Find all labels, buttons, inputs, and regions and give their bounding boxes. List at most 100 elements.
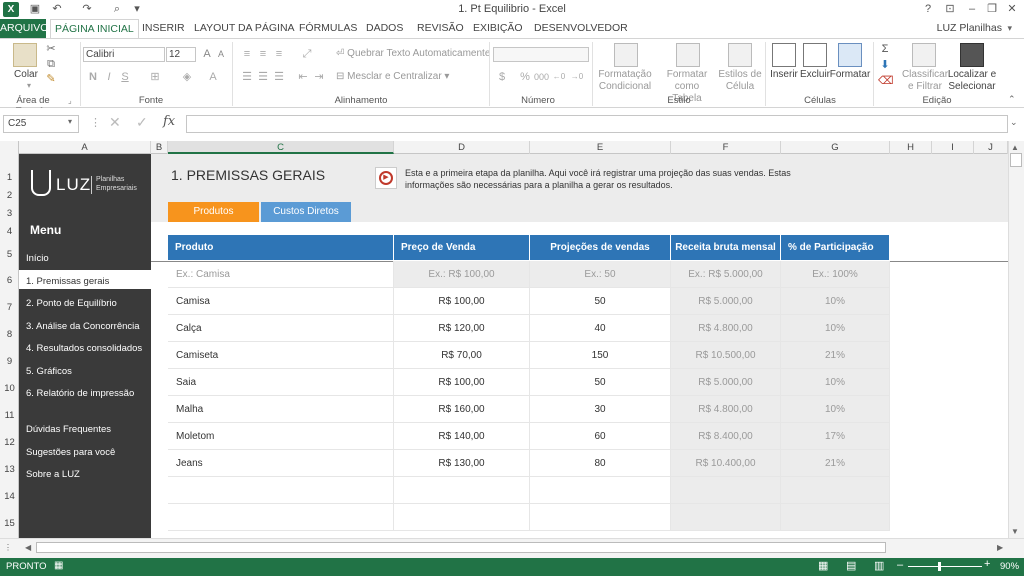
table-cell-produto[interactable]: Moletom [168,423,394,450]
col-header-e[interactable]: E [530,141,671,154]
italic-button[interactable]: I [102,70,116,84]
row-header[interactable]: 12 [0,437,19,448]
row-header[interactable]: 13 [0,464,19,475]
table-cell-empty[interactable] [530,477,671,504]
tab-layout-da-pagina[interactable]: LAYOUT DA PÁGINA [190,19,299,38]
table-cell-preco[interactable]: R$ 100,00 [394,369,530,396]
macro-record-icon[interactable]: ▦ [54,560,63,571]
tab-arquivo[interactable]: ARQUIVO [0,19,48,38]
nav-ponto-de-equilibrio[interactable]: 2. Ponto de Equilíbrio [26,298,117,309]
decrease-indent-icon[interactable]: ⇤ [296,70,310,84]
table-cell-projecao[interactable]: 150 [530,342,671,369]
nav-resultados-consolidados[interactable]: 4. Resultados consolidados [26,343,142,354]
nav-sugestoes[interactable]: Sugestões para você [26,447,115,458]
row-header[interactable]: 5 [0,249,19,260]
table-cell-preco[interactable]: R$ 140,00 [394,423,530,450]
tab-pagina-inicial[interactable]: PÁGINA INICIAL [50,19,139,38]
increase-decimal-icon[interactable]: ←0 [552,70,566,84]
col-header-a[interactable]: A [19,141,151,154]
tab-produtos[interactable]: Produtos [168,202,259,222]
nav-graficos[interactable]: 5. Gráficos [26,366,72,377]
paste-icon[interactable] [13,43,37,67]
scroll-down-icon[interactable]: ▼ [1011,527,1019,536]
row-header[interactable]: 3 [0,208,19,219]
zoom-slider[interactable] [908,566,982,567]
nav-premissas-gerais[interactable]: 1. Premissas gerais [26,276,109,287]
cancel-entry-icon[interactable]: ✕ [109,114,121,131]
row-header[interactable]: 1 [0,172,19,183]
col-header-f[interactable]: F [671,141,781,154]
comma-style-icon[interactable]: 000 [534,70,549,84]
table-cell-receita[interactable]: R$ 5.000,00 [671,369,781,396]
normal-view-icon[interactable]: ▦ [818,559,828,572]
table-cell-participacao[interactable]: 10% [781,315,890,342]
scroll-right-icon[interactable]: ▶ [997,543,1003,552]
align-bottom-icon[interactable]: ≡ [272,47,286,61]
table-cell-participacao[interactable]: 21% [781,342,890,369]
font-grow-icon[interactable]: A [200,47,214,61]
zoom-out-button[interactable]: – [897,559,903,571]
tab-formulas[interactable]: FÓRMULAS [295,19,361,38]
name-box-dropdown-icon[interactable]: ▾ [68,117,72,126]
row-header[interactable]: 8 [0,329,19,340]
font-size-select[interactable]: 12 [166,47,196,62]
row-header[interactable]: 14 [0,491,19,502]
col-header-d[interactable]: D [394,141,530,154]
expand-formula-bar-icon[interactable]: ⌄ [1010,117,1018,128]
font-color-icon[interactable]: A [206,70,220,84]
row-header[interactable]: 9 [0,356,19,367]
chevron-down-icon[interactable]: ▾ [1007,19,1012,38]
autosum-icon[interactable]: Σ [878,42,892,56]
play-video-button[interactable]: ▶ [375,167,397,189]
cut-icon[interactable]: ✂ [44,42,58,56]
zoom-level[interactable]: 90% [1000,561,1019,572]
tab-revisao[interactable]: REVISÃO [413,19,468,38]
table-cell-receita[interactable]: R$ 10.400,00 [671,450,781,477]
nav-inicio[interactable]: Início [26,253,49,264]
row-header[interactable]: 6 [0,275,19,286]
table-cell-preco[interactable]: R$ 160,00 [394,396,530,423]
wrap-text-button[interactable]: ⏎ Quebrar Texto Automaticamente [336,48,490,60]
table-cell-empty[interactable] [168,477,394,504]
horizontal-scroll-thumb[interactable] [36,542,886,553]
format-painter-icon[interactable]: ✎ [44,72,58,86]
zoom-slider-thumb[interactable] [938,562,941,571]
table-cell-receita[interactable]: R$ 4.800,00 [671,396,781,423]
example-cell[interactable]: Ex.: R$ 100,00 [394,261,530,288]
sort-filter-button[interactable]: Classificar e Filtrar [900,69,950,93]
table-cell-projecao[interactable]: 60 [530,423,671,450]
tab-dados[interactable]: DADOS [362,19,407,38]
font-family-select[interactable]: Calibri [83,47,165,62]
find-select-button[interactable]: Localizar e Selecionar [946,69,998,93]
table-cell-produto[interactable]: Malha [168,396,394,423]
col-header-b[interactable]: B [151,141,168,154]
nav-relatorio-impressao[interactable]: 6. Relatório de impressão [26,388,134,399]
collapse-ribbon-icon[interactable]: ⌃ [1008,94,1016,105]
table-cell-empty[interactable] [168,504,394,531]
table-cell-participacao[interactable]: 17% [781,423,890,450]
sheet-nav-icon[interactable]: ⋮ [4,543,12,552]
conditional-formatting-button[interactable]: Formatação Condicional [596,69,654,93]
row-header[interactable]: 15 [0,518,19,529]
table-cell-receita[interactable]: R$ 5.000,00 [671,288,781,315]
borders-icon[interactable]: ⊞ [148,70,162,84]
cell-styles-button[interactable]: Estilos de Célula [718,69,762,93]
table-cell-projecao[interactable]: 50 [530,369,671,396]
nav-duvidas-frequentes[interactable]: Dúvidas Frequentes [26,424,111,435]
table-cell-produto[interactable]: Camisa [168,288,394,315]
example-cell[interactable]: Ex.: 100% [781,261,890,288]
fill-icon[interactable]: ⬇ [878,58,892,72]
decrease-decimal-icon[interactable]: →0 [570,70,584,84]
table-cell-empty[interactable] [530,504,671,531]
example-cell[interactable]: Ex.: 50 [530,261,671,288]
percent-icon[interactable]: % [518,70,532,84]
table-cell-empty[interactable] [781,477,890,504]
font-shrink-icon[interactable]: A [214,47,228,61]
col-header-h[interactable]: H [890,141,932,154]
table-cell-receita[interactable]: R$ 4.800,00 [671,315,781,342]
table-cell-empty[interactable] [671,504,781,531]
tab-exibicao[interactable]: EXIBIÇÃO [469,19,527,38]
dialog-launcher-icon[interactable]: ⌟ [68,96,72,105]
zoom-in-button[interactable]: + [984,558,990,570]
nav-sobre-luz[interactable]: Sobre a LUZ [26,469,80,480]
